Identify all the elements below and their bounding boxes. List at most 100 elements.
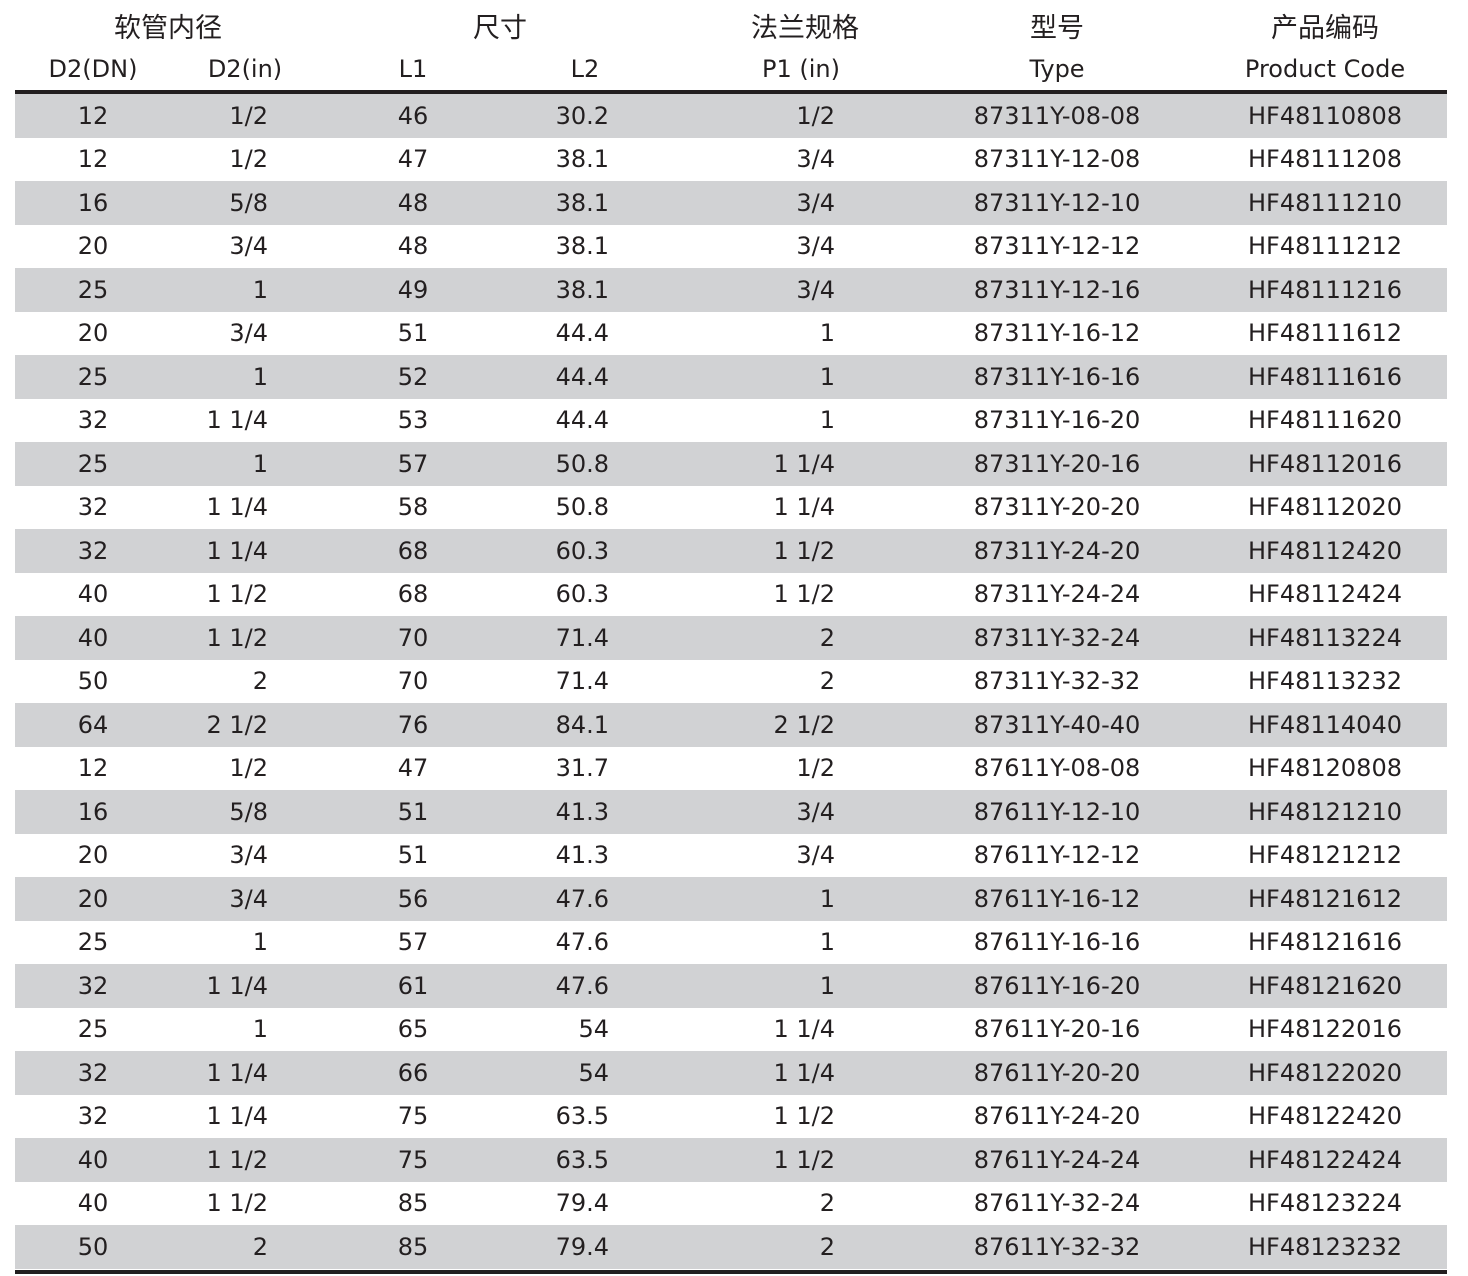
cell-product-code: HF48121620 [1247, 971, 1402, 1000]
cell-type: 87611Y-24-20 [973, 1102, 1141, 1131]
group-hose-inner-diameter: 软管内径 [114, 13, 222, 44]
group-dimensions: 尺寸 [473, 13, 527, 44]
cell-p1-in: 1/2 [796, 754, 835, 783]
cell-l1: 56 [397, 884, 429, 913]
cell-d2-dn: 12 [77, 145, 109, 174]
cell-product-code: HF48123224 [1247, 1189, 1402, 1218]
cell-l2: 38.1 [555, 188, 609, 217]
cell-d2-dn: 25 [77, 449, 109, 478]
cell-d2-dn: 40 [77, 580, 109, 609]
cell-l2: 71.4 [555, 667, 609, 696]
cell-type: 87611Y-20-16 [973, 1015, 1141, 1044]
cell-product-code: HF48110808 [1247, 101, 1402, 130]
cell-product-code: HF48113224 [1247, 623, 1402, 652]
table-row: 40 1 1/2 70 71.4 2 87311Y-32-24 HF48113224 [15, 616, 1447, 660]
cell-p1-in: 2 [819, 1232, 835, 1261]
cell-l1: 65 [397, 1015, 429, 1044]
cell-type: 87311Y-12-12 [973, 232, 1141, 261]
cell-p1-in: 1/2 [796, 101, 835, 130]
col-type: Type [1029, 55, 1085, 83]
cell-l1: 61 [397, 971, 429, 1000]
cell-l2: 47.6 [555, 928, 609, 957]
cell-l2: 31.7 [555, 754, 609, 783]
cell-l1: 57 [397, 928, 429, 957]
cell-d2-dn: 25 [77, 928, 109, 957]
cell-type: 87611Y-16-12 [973, 884, 1141, 913]
table-row: 25 1 52 44.4 1 87311Y-16-16 HF48111616 [15, 355, 1447, 399]
cell-d2-dn: 40 [77, 1189, 109, 1218]
cell-type: 87311Y-40-40 [973, 710, 1141, 739]
cell-l1: 51 [397, 319, 429, 348]
cell-l2: 50.8 [555, 449, 609, 478]
cell-l1: 75 [397, 1145, 429, 1174]
cell-d2-in: 1 1/4 [206, 406, 268, 435]
cell-type: 87311Y-12-16 [973, 275, 1141, 304]
cell-p1-in: 2 [819, 667, 835, 696]
cell-d2-dn: 32 [77, 1102, 109, 1131]
cell-l1: 52 [397, 362, 429, 391]
cell-d2-dn: 16 [77, 188, 109, 217]
cell-l2: 79.4 [555, 1232, 609, 1261]
cell-l2: 50.8 [555, 493, 609, 522]
cell-d2-in: 3/4 [229, 884, 268, 913]
cell-type: 87611Y-20-20 [973, 1058, 1141, 1087]
cell-p1-in: 1 1/4 [773, 493, 835, 522]
cell-type: 87311Y-16-16 [973, 362, 1141, 391]
cell-type: 87611Y-16-20 [973, 971, 1141, 1000]
cell-d2-dn: 32 [77, 493, 109, 522]
cell-type: 87311Y-24-20 [973, 536, 1141, 565]
cell-d2-in: 1/2 [229, 101, 268, 130]
cell-type: 87311Y-32-32 [973, 667, 1141, 696]
table-row: 25 1 57 47.6 1 87611Y-16-16 HF48121616 [15, 921, 1447, 965]
cell-l2: 60.3 [555, 580, 609, 609]
cell-l2: 63.5 [555, 1102, 609, 1131]
cell-p1-in: 1 1/4 [773, 1015, 835, 1044]
cell-d2-dn: 32 [77, 406, 109, 435]
cell-d2-in: 1 1/4 [206, 971, 268, 1000]
cell-product-code: HF48121210 [1247, 797, 1402, 826]
cell-d2-dn: 20 [77, 319, 109, 348]
cell-product-code: HF48121616 [1247, 928, 1402, 957]
cell-type: 87311Y-20-20 [973, 493, 1141, 522]
cell-type: 87311Y-24-24 [973, 580, 1141, 609]
cell-l1: 85 [397, 1189, 429, 1218]
cell-p1-in: 2 1/2 [773, 710, 835, 739]
cell-product-code: HF48122020 [1247, 1058, 1402, 1087]
cell-l2: 71.4 [555, 623, 609, 652]
cell-type: 87311Y-20-16 [973, 449, 1141, 478]
cell-l2: 41.3 [555, 841, 609, 870]
cell-p1-in: 1 1/4 [773, 449, 835, 478]
cell-l1: 51 [397, 797, 429, 826]
cell-p1-in: 1 [819, 362, 835, 391]
cell-p1-in: 1 1/2 [773, 1102, 835, 1131]
cell-d2-dn: 64 [77, 710, 109, 739]
cell-l1: 85 [397, 1232, 429, 1261]
cell-d2-in: 2 1/2 [206, 710, 268, 739]
table-row: 32 1 1/4 53 44.4 1 87311Y-16-20 HF48111620 [15, 399, 1447, 443]
col-p1-in: P1 (in) [762, 55, 840, 83]
cell-d2-in: 1/2 [229, 754, 268, 783]
cell-type: 87611Y-32-24 [973, 1189, 1141, 1218]
cell-d2-dn: 40 [77, 1145, 109, 1174]
cell-type: 87611Y-24-24 [973, 1145, 1141, 1174]
cell-product-code: HF48114040 [1247, 710, 1402, 739]
cell-l2: 54 [578, 1015, 609, 1044]
table-row: 20 3/4 51 44.4 1 87311Y-16-12 HF48111612 [15, 312, 1447, 356]
cell-d2-dn: 25 [77, 362, 109, 391]
cell-type: 87311Y-32-24 [973, 623, 1141, 652]
cell-type: 87611Y-32-32 [973, 1232, 1141, 1261]
cell-l2: 54 [578, 1058, 609, 1087]
cell-product-code: HF48113232 [1247, 667, 1402, 696]
cell-product-code: HF48111210 [1247, 188, 1402, 217]
table-row: 25 1 65 54 1 1/4 87611Y-20-16 HF48122016 [15, 1008, 1447, 1052]
cell-l2: 38.1 [555, 145, 609, 174]
cell-d2-in: 1 1/4 [206, 1102, 268, 1131]
cell-p1-in: 2 [819, 623, 835, 652]
table-row: 16 5/8 48 38.1 3/4 87311Y-12-10 HF48111210 [15, 181, 1447, 225]
cell-l1: 49 [397, 275, 429, 304]
cell-d2-in: 5/8 [229, 188, 268, 217]
table-row: 32 1 1/4 61 47.6 1 87611Y-16-20 HF48121620 [15, 964, 1447, 1008]
table-row: 40 1 1/2 85 79.4 2 87611Y-32-24 HF48123224 [15, 1182, 1447, 1226]
cell-d2-in: 5/8 [229, 797, 268, 826]
cell-p1-in: 1 1/2 [773, 1145, 835, 1174]
